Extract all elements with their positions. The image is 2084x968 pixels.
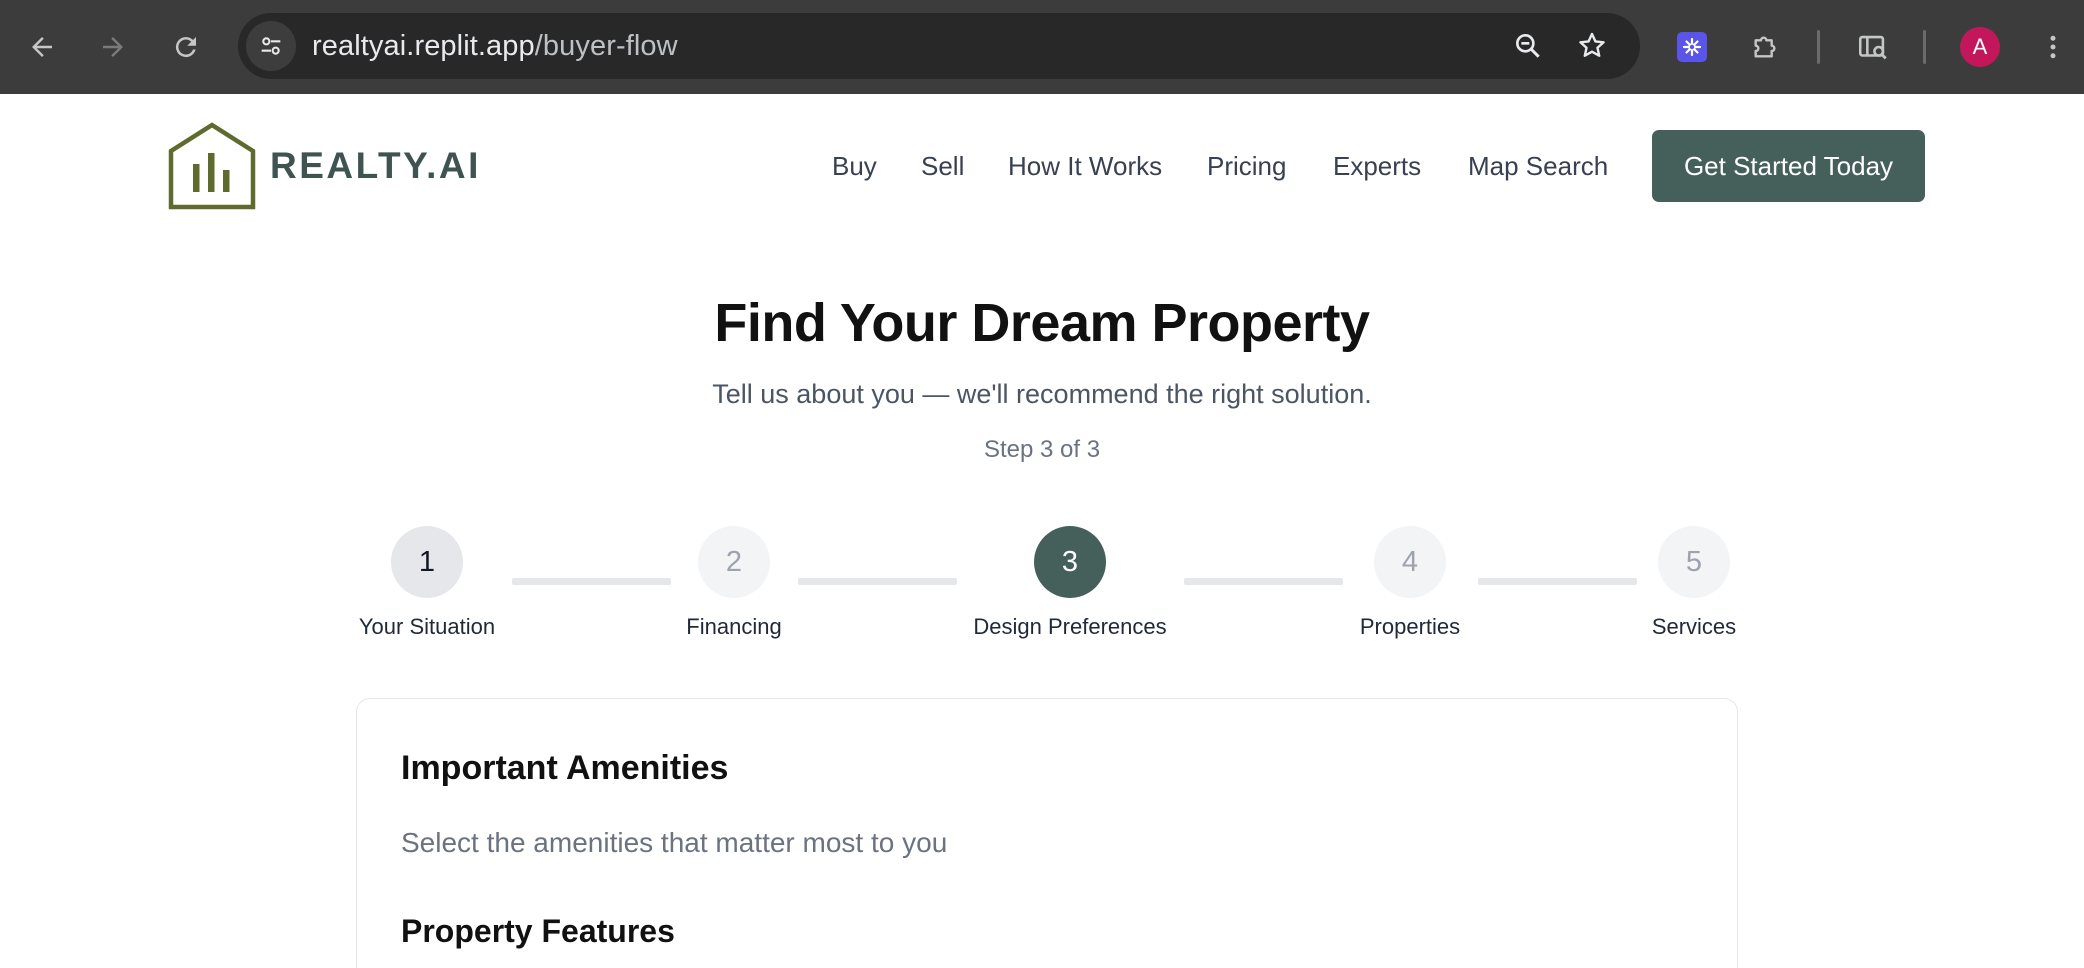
cast-search-icon bbox=[1858, 35, 1887, 60]
step-number-circle: 4 bbox=[1374, 526, 1446, 598]
step-label: Services bbox=[1651, 614, 1737, 639]
nav-link-experts[interactable]: Experts bbox=[1333, 130, 1421, 202]
step-properties[interactable]: 4 Properties bbox=[1310, 526, 1510, 640]
browser-menu-button[interactable] bbox=[2032, 26, 2074, 68]
nav-link-how-it-works[interactable]: How It Works bbox=[1008, 130, 1162, 202]
amenities-card: Important Amenities Select the amenities… bbox=[356, 698, 1738, 968]
get-started-button[interactable]: Get Started Today bbox=[1652, 130, 1925, 202]
back-button[interactable] bbox=[16, 21, 68, 73]
url-path: /buyer-flow bbox=[534, 30, 678, 62]
reload-icon bbox=[175, 37, 196, 58]
step-progress-text: Step 3 of 3 bbox=[983, 436, 1101, 463]
zoom-icon bbox=[1516, 33, 1540, 58]
extension-button[interactable] bbox=[1671, 26, 1713, 68]
step-number-circle: 3 bbox=[1034, 526, 1106, 598]
page-title: Find Your Dream Property bbox=[714, 293, 1370, 353]
bookmark-star-icon bbox=[1579, 32, 1605, 57]
puzzle-icon bbox=[1754, 36, 1776, 58]
card-title: Important Amenities bbox=[401, 749, 729, 787]
step-financing[interactable]: 2 Financing bbox=[634, 526, 834, 640]
profile-avatar[interactable]: A bbox=[1960, 27, 2000, 67]
browser-toolbar: realtyai.replit.app/buyer-flow A bbox=[0, 0, 2084, 94]
forward-arrow-icon bbox=[103, 37, 123, 57]
nav-link-pricing[interactable]: Pricing bbox=[1207, 130, 1286, 202]
forward-button[interactable] bbox=[87, 21, 139, 73]
step-services[interactable]: 5 Services bbox=[1594, 526, 1794, 640]
address-bar[interactable]: realtyai.replit.app/buyer-flow bbox=[238, 13, 1640, 79]
step-label: Properties bbox=[1359, 614, 1461, 639]
cast-search-button[interactable] bbox=[1852, 26, 1894, 68]
step-your-situation[interactable]: 1 Your Situation bbox=[327, 526, 527, 640]
step-design-preferences[interactable]: 3 Design Preferences bbox=[970, 526, 1170, 640]
more-vert-icon bbox=[2050, 35, 2056, 59]
section-title-property-features: Property Features bbox=[401, 913, 675, 949]
step-label: Your Situation bbox=[358, 614, 496, 639]
zoom-button[interactable] bbox=[1508, 26, 1548, 66]
nav-link-map-search[interactable]: Map Search bbox=[1468, 130, 1608, 202]
step-number-circle: 1 bbox=[391, 526, 463, 598]
page-subtitle: Tell us about you — we'll recommend the … bbox=[712, 379, 1372, 409]
nav-link-buy[interactable]: Buy bbox=[832, 130, 877, 202]
reload-button[interactable] bbox=[160, 21, 212, 73]
step-number-circle: 5 bbox=[1658, 526, 1730, 598]
extension-icon bbox=[1677, 32, 1707, 62]
step-label: Financing bbox=[686, 614, 782, 639]
nav-link-sell[interactable]: Sell bbox=[921, 130, 964, 202]
extensions-menu-button[interactable] bbox=[1744, 26, 1786, 68]
bookmark-button[interactable] bbox=[1572, 26, 1612, 66]
back-arrow-icon bbox=[32, 37, 52, 57]
card-description: Select the amenities that matter most to… bbox=[401, 827, 948, 858]
toolbar-divider bbox=[1817, 30, 1820, 64]
url-text[interactable]: realtyai.replit.app/buyer-flow bbox=[312, 13, 678, 79]
step-label: Design Preferences bbox=[973, 614, 1167, 639]
site-info-button[interactable] bbox=[246, 21, 296, 71]
step-number-circle: 2 bbox=[698, 526, 770, 598]
site-settings-icon bbox=[261, 37, 281, 55]
toolbar-divider bbox=[1923, 30, 1926, 64]
url-host: realtyai.replit.app bbox=[312, 30, 535, 62]
